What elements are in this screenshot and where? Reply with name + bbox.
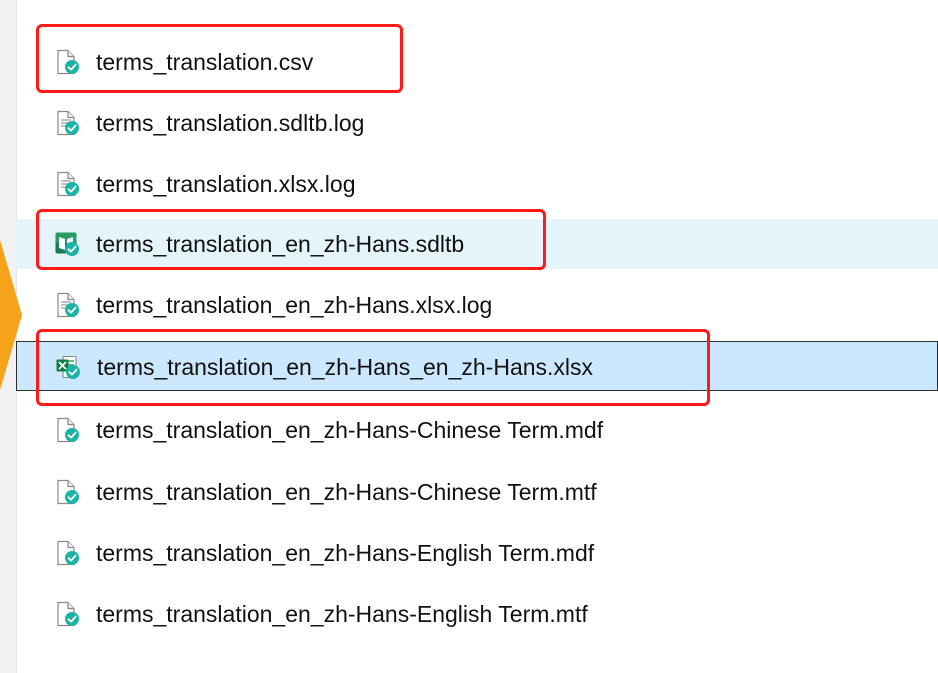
text-file-sync-icon (54, 110, 80, 136)
excel-file-sync-icon (55, 354, 81, 380)
file-name: terms_translation_en_zh-Hans-Chinese Ter… (96, 479, 597, 505)
file-name: terms_translation_en_zh-Hans.xlsx.log (96, 292, 493, 318)
text-file-sync-icon (54, 292, 80, 318)
file-name: terms_translation.csv (96, 49, 314, 75)
file-name: terms_translation_en_zh-Hans-English Ter… (96, 601, 588, 627)
file-name: terms_translation.xlsx.log (96, 171, 356, 197)
generic-file-sync-icon (54, 540, 80, 566)
file-row[interactable]: terms_translation_en_zh-Hans.xlsx.log (16, 280, 938, 330)
sdltb-book-sync-icon (54, 231, 80, 257)
generic-file-sync-icon (54, 49, 80, 75)
file-name: terms_translation_en_zh-Hans.sdltb (96, 231, 465, 257)
file-list: terms_translation.csv terms_translation.… (16, 0, 938, 673)
file-row[interactable]: terms_translation_en_zh-Hans-English Ter… (16, 528, 938, 578)
generic-file-sync-icon (54, 479, 80, 505)
file-row[interactable]: terms_translation_en_zh-Hans.sdltb (16, 219, 938, 269)
file-name: terms_translation_en_zh-Hans_en_zh-Hans.… (97, 354, 594, 380)
file-row[interactable]: terms_translation_en_zh-Hans-English Ter… (16, 589, 938, 639)
file-name: terms_translation.sdltb.log (96, 110, 365, 136)
file-row[interactable]: terms_translation.xlsx.log (16, 159, 938, 209)
file-name: terms_translation_en_zh-Hans-Chinese Ter… (96, 417, 604, 443)
file-row[interactable]: terms_translation_en_zh-Hans_en_zh-Hans.… (16, 341, 938, 391)
text-file-sync-icon (54, 171, 80, 197)
file-row[interactable]: terms_translation_en_zh-Hans-Chinese Ter… (16, 405, 938, 455)
generic-file-sync-icon (54, 601, 80, 627)
generic-file-sync-icon (54, 417, 80, 443)
file-row[interactable]: terms_translation_en_zh-Hans-Chinese Ter… (16, 467, 938, 517)
file-name: terms_translation_en_zh-Hans-English Ter… (96, 540, 595, 566)
file-row[interactable]: terms_translation.csv (16, 37, 938, 87)
file-row[interactable]: terms_translation.sdltb.log (16, 98, 938, 148)
